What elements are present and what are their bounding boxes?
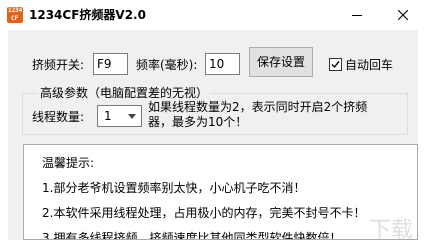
watermark: 下载 bbox=[369, 218, 414, 240]
auto-enter-checkbox[interactable] bbox=[329, 58, 342, 71]
chevron-down-icon bbox=[128, 114, 136, 119]
minimize-button[interactable] bbox=[334, 0, 380, 30]
tips-panel: 温馨提示: 1.部分老爷机设置频率别太快，小心机子吃不消！ 2.本软件采用线程处… bbox=[23, 144, 418, 240]
save-settings-button[interactable]: 保存设置 bbox=[249, 47, 313, 77]
tips-heading: 温馨提示: bbox=[42, 156, 95, 170]
tip-line-2: 2.本软件采用线程处理，占用极小的内存，完美不封号不卡！ bbox=[42, 206, 366, 220]
app-icon-text-2: 34 bbox=[15, 7, 23, 14]
tip-line-3: 3.拥有多线程挤频，挤频速度比其他同类型软件快数倍！ bbox=[42, 231, 342, 240]
client-area: 挤频开关: 频率(毫秒): 保存设置 自动回车 高级参数（电脑配置差的无视） 线… bbox=[8, 30, 418, 240]
checkmark-icon bbox=[331, 61, 340, 69]
thread-count-label: 线程数量: bbox=[32, 110, 85, 124]
window-title: 1234CF挤频器V2.0 bbox=[29, 8, 146, 22]
frequency-label: 频率(毫秒): bbox=[136, 58, 198, 72]
minimize-icon bbox=[352, 14, 362, 16]
thread-count-value: 1 bbox=[104, 109, 112, 123]
close-button[interactable] bbox=[380, 0, 426, 30]
thread-count-hint: 如果线程数量为2，表示同时开启2个挤频器，最多为10个！ bbox=[148, 100, 368, 129]
auto-enter-label: 自动回车 bbox=[345, 58, 394, 72]
thread-count-select[interactable]: 1 bbox=[97, 105, 142, 127]
close-icon bbox=[398, 10, 408, 20]
tip-line-1: 1.部分老爷机设置频率别太快，小心机子吃不消！ bbox=[42, 181, 306, 195]
advanced-params-title: 高级参数（电脑配置差的无视） bbox=[38, 85, 211, 101]
hotkey-label: 挤频开关: bbox=[32, 58, 85, 72]
hotkey-input[interactable] bbox=[93, 53, 128, 75]
title-bar: 12 34 CF 1234CF挤频器V2.0 bbox=[0, 0, 426, 30]
frequency-input[interactable] bbox=[205, 53, 240, 75]
app-icon: 12 34 CF bbox=[7, 7, 23, 23]
app-icon-text-3: CF bbox=[11, 15, 19, 22]
